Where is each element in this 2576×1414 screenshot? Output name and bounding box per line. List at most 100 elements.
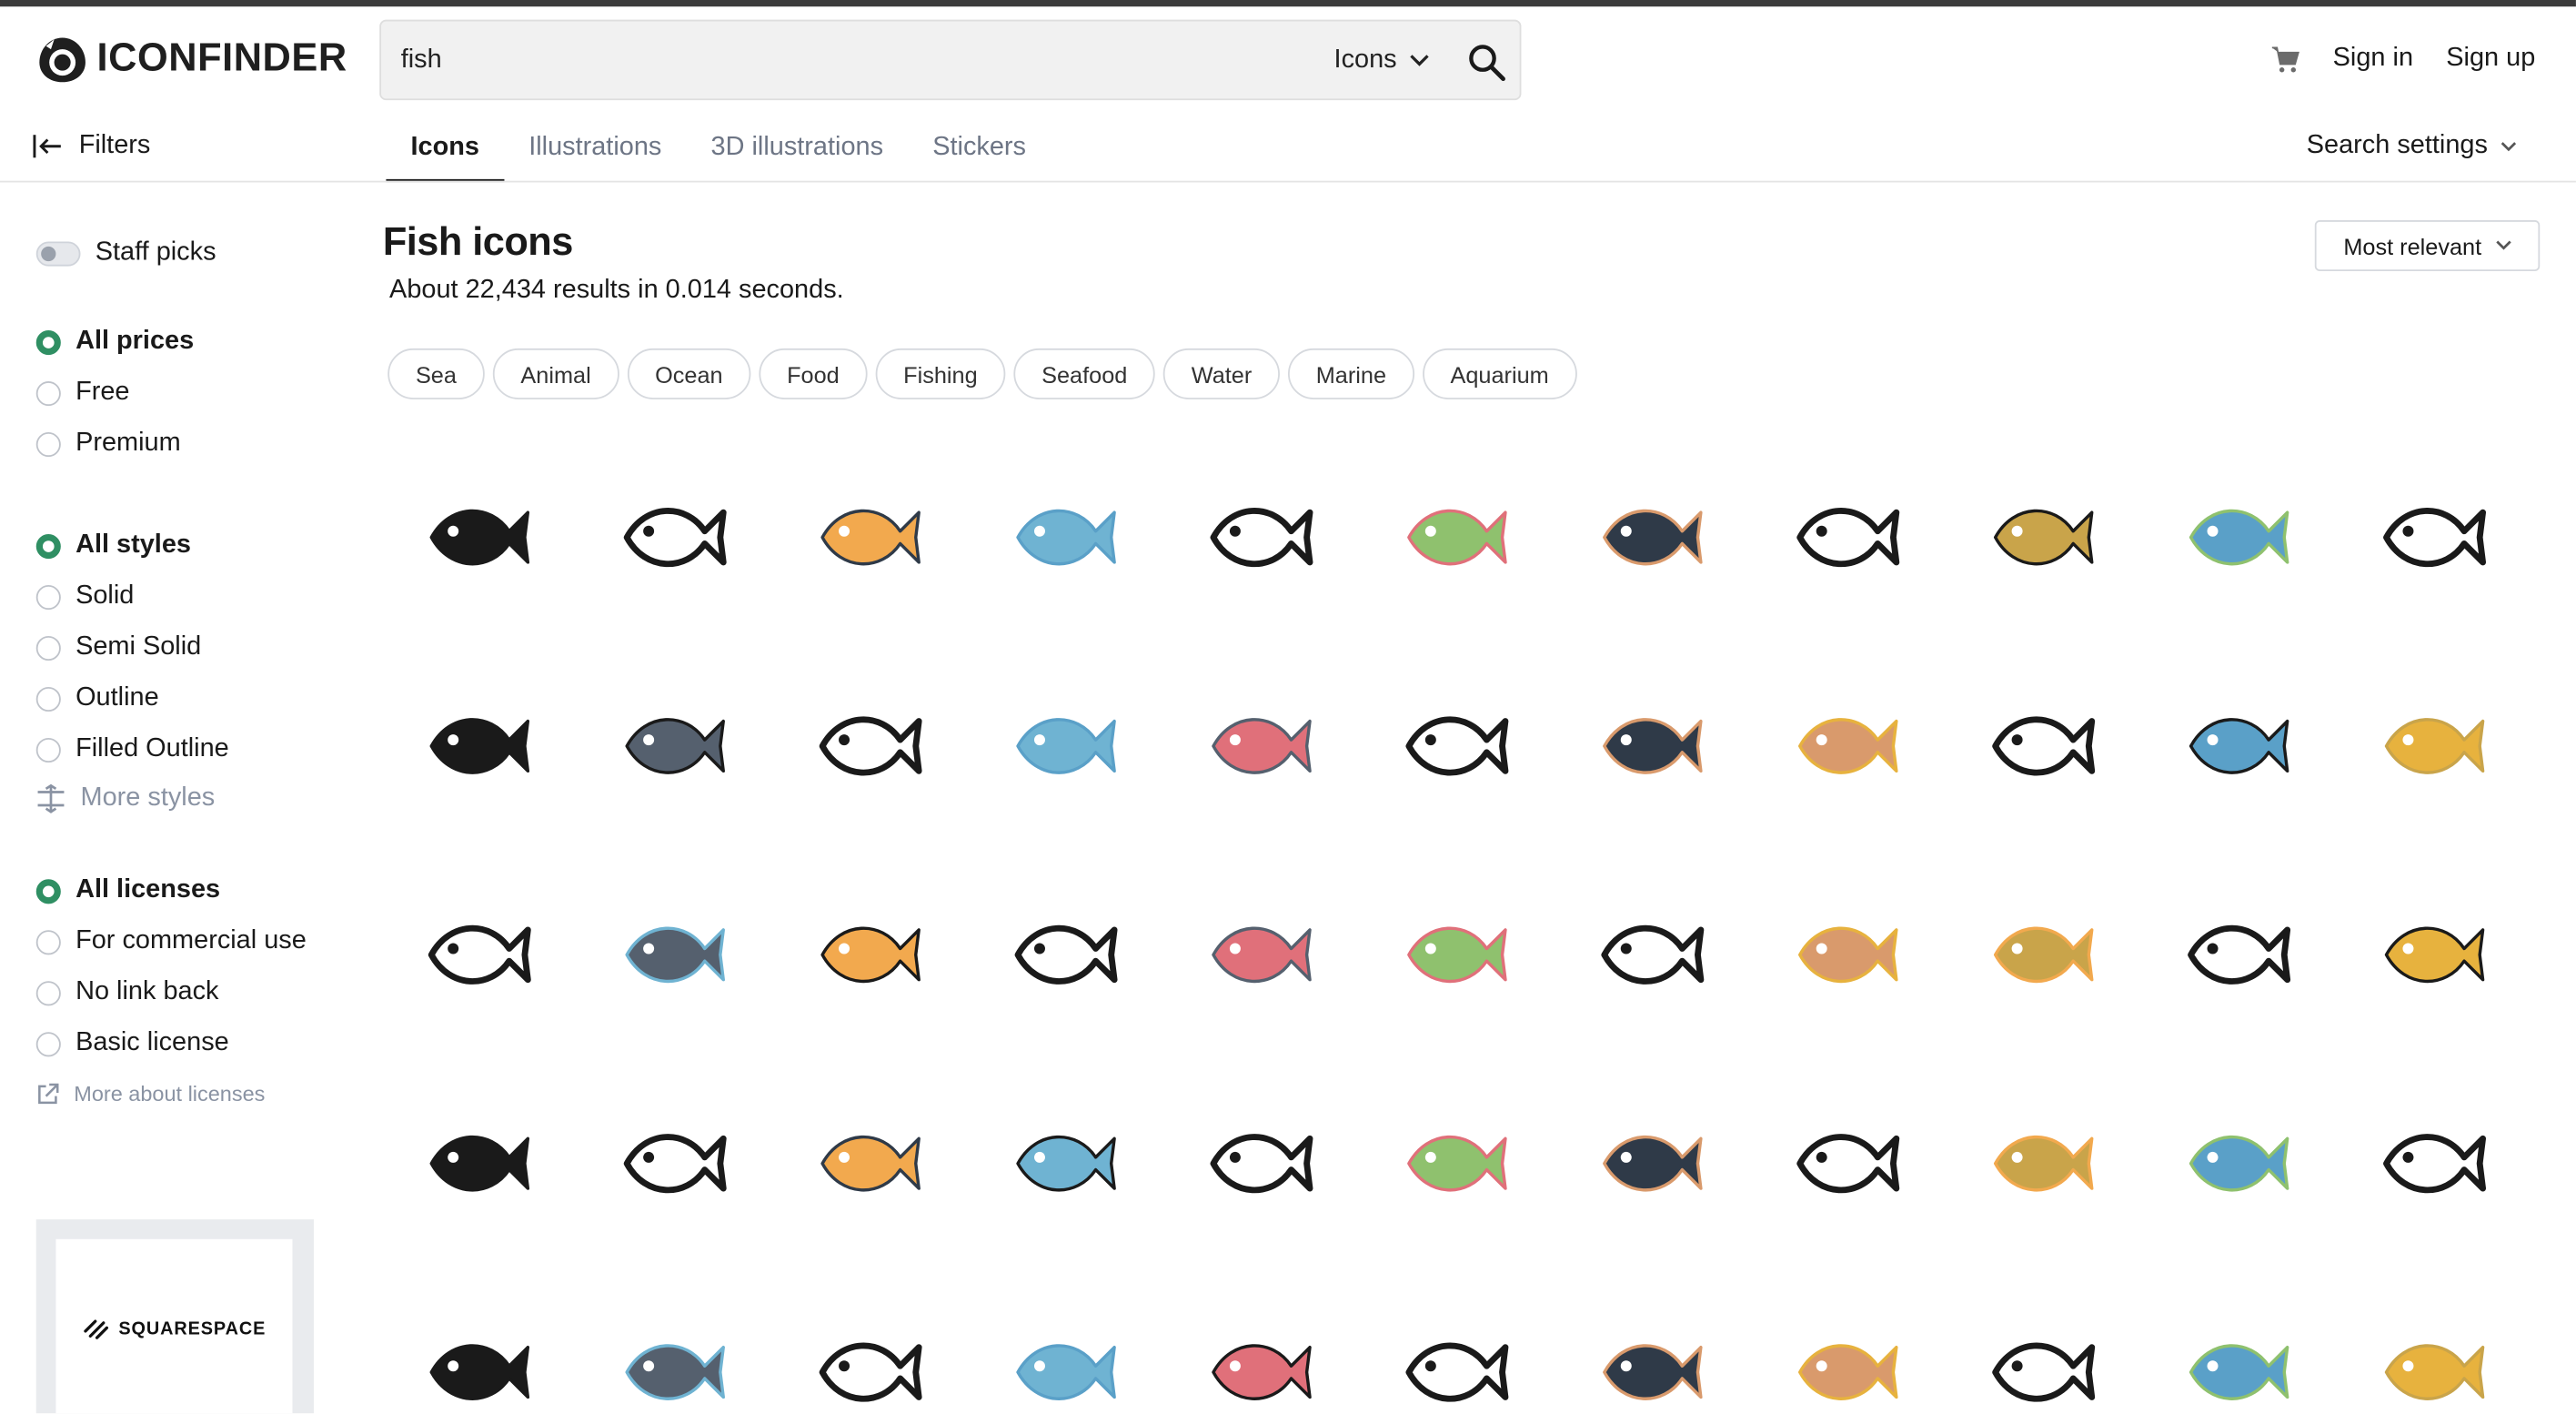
- tag-chip[interactable]: Sea: [387, 348, 485, 399]
- icon-result[interactable]: [379, 1268, 575, 1414]
- license-option-all[interactable]: All licenses: [35, 874, 220, 907]
- icon-result[interactable]: [1357, 850, 1553, 1058]
- icon-result[interactable]: [379, 850, 575, 1058]
- icon-result[interactable]: [575, 1058, 770, 1267]
- price-option-all[interactable]: All prices: [35, 326, 194, 359]
- tag-chip[interactable]: Ocean: [627, 348, 751, 399]
- icon-result[interactable]: [2139, 641, 2335, 849]
- icon-result[interactable]: [1748, 850, 1944, 1058]
- icon-result[interactable]: [1162, 1058, 1357, 1267]
- license-option-basic[interactable]: Basic license: [35, 1027, 229, 1060]
- search-settings-dropdown[interactable]: Search settings: [2307, 131, 2518, 161]
- icon-result[interactable]: [1944, 432, 2139, 641]
- icon-result[interactable]: [1748, 641, 1944, 849]
- radio-button[interactable]: [35, 1031, 61, 1056]
- style-option-solid[interactable]: Solid: [35, 581, 134, 613]
- icon-result[interactable]: [1357, 1268, 1553, 1414]
- more-styles-link[interactable]: More styles: [36, 784, 215, 814]
- icon-result[interactable]: [1162, 641, 1357, 849]
- radio-button[interactable]: [35, 929, 61, 954]
- icon-result[interactable]: [1553, 850, 1748, 1058]
- search-type-dropdown[interactable]: Icons: [1334, 46, 1430, 76]
- radio-button[interactable]: [35, 431, 61, 457]
- radio-button[interactable]: [35, 980, 61, 1005]
- price-option-premium[interactable]: Premium: [35, 428, 181, 460]
- filters-toggle[interactable]: Filters: [33, 131, 150, 161]
- tab-stickers[interactable]: Stickers: [908, 114, 1051, 183]
- tag-chip[interactable]: Water: [1163, 348, 1281, 399]
- toggle-switch[interactable]: [35, 240, 81, 266]
- tag-chip[interactable]: Seafood: [1013, 348, 1156, 399]
- radio-button[interactable]: [35, 533, 61, 559]
- icon-result[interactable]: [575, 641, 770, 849]
- sign-up-link[interactable]: Sign up: [2446, 45, 2535, 75]
- icon-result[interactable]: [2334, 432, 2530, 641]
- icon-result[interactable]: [1357, 1058, 1553, 1267]
- icon-result[interactable]: [770, 850, 966, 1058]
- icon-result[interactable]: [966, 1268, 1162, 1414]
- tag-chip[interactable]: Marine: [1288, 348, 1414, 399]
- advertisement[interactable]: SQUARESPACE: [35, 1219, 314, 1414]
- more-about-licenses-link[interactable]: More about licenses: [36, 1081, 266, 1106]
- icon-result[interactable]: [1553, 432, 1748, 641]
- radio-button[interactable]: [35, 737, 61, 763]
- icon-result[interactable]: [1553, 1058, 1748, 1267]
- icon-result[interactable]: [1553, 1268, 1748, 1414]
- icon-result[interactable]: [2139, 1058, 2335, 1267]
- icon-result[interactable]: [1944, 850, 2139, 1058]
- icon-result[interactable]: [2334, 641, 2530, 849]
- style-option-all[interactable]: All styles: [35, 530, 191, 562]
- icon-result[interactable]: [2334, 1058, 2530, 1267]
- style-option-outline[interactable]: Outline: [35, 682, 159, 715]
- icon-result[interactable]: [2334, 850, 2530, 1058]
- sign-in-link[interactable]: Sign in: [2333, 45, 2413, 75]
- staff-picks-toggle[interactable]: Staff picks: [35, 238, 216, 268]
- icon-result[interactable]: [770, 432, 966, 641]
- icon-result[interactable]: [966, 850, 1162, 1058]
- style-option-semi-solid[interactable]: Semi Solid: [35, 631, 201, 664]
- radio-button[interactable]: [35, 635, 61, 661]
- tab-illustrations[interactable]: Illustrations: [504, 114, 686, 183]
- icon-result[interactable]: [2139, 1268, 2335, 1414]
- icon-result[interactable]: [2139, 432, 2335, 641]
- icon-result[interactable]: [1357, 432, 1553, 641]
- radio-button[interactable]: [35, 878, 61, 904]
- radio-button[interactable]: [35, 584, 61, 610]
- icon-result[interactable]: [379, 1058, 575, 1267]
- icon-result[interactable]: [1162, 1268, 1357, 1414]
- icon-result[interactable]: [1748, 1268, 1944, 1414]
- icon-result[interactable]: [966, 641, 1162, 849]
- icon-result[interactable]: [1748, 1058, 1944, 1267]
- style-option-filled-outline[interactable]: Filled Outline: [35, 733, 229, 766]
- price-option-free[interactable]: Free: [35, 377, 130, 409]
- icon-result[interactable]: [379, 641, 575, 849]
- icon-result[interactable]: [770, 1268, 966, 1414]
- icon-result[interactable]: [575, 850, 770, 1058]
- radio-button[interactable]: [35, 686, 61, 712]
- icon-result[interactable]: [1553, 641, 1748, 849]
- icon-result[interactable]: [379, 432, 575, 641]
- tag-chip[interactable]: Food: [759, 348, 868, 399]
- icon-result[interactable]: [575, 432, 770, 641]
- tag-chip[interactable]: Aquarium: [1422, 348, 1577, 399]
- icon-result[interactable]: [770, 1058, 966, 1267]
- icon-result[interactable]: [1944, 1268, 2139, 1414]
- icon-result[interactable]: [2139, 850, 2335, 1058]
- tag-chip[interactable]: Animal: [492, 348, 619, 399]
- icon-result[interactable]: [966, 432, 1162, 641]
- cart-icon[interactable]: [2270, 45, 2300, 75]
- icon-result[interactable]: [1162, 850, 1357, 1058]
- icon-result[interactable]: [1162, 432, 1357, 641]
- icon-result[interactable]: [1944, 641, 2139, 849]
- license-option-no-link-back[interactable]: No link back: [35, 976, 219, 1009]
- radio-button[interactable]: [35, 380, 61, 406]
- tab-icons[interactable]: Icons: [386, 114, 504, 183]
- icon-result[interactable]: [1748, 432, 1944, 641]
- logo[interactable]: ICONFINDER: [36, 33, 347, 86]
- search-icon[interactable]: [1465, 41, 1508, 84]
- sort-dropdown[interactable]: Most relevant: [2314, 220, 2541, 272]
- icon-result[interactable]: [770, 641, 966, 849]
- tab-3d-illustrations[interactable]: 3D illustrations: [686, 114, 908, 183]
- radio-button[interactable]: [35, 329, 61, 355]
- icon-result[interactable]: [2334, 1268, 2530, 1414]
